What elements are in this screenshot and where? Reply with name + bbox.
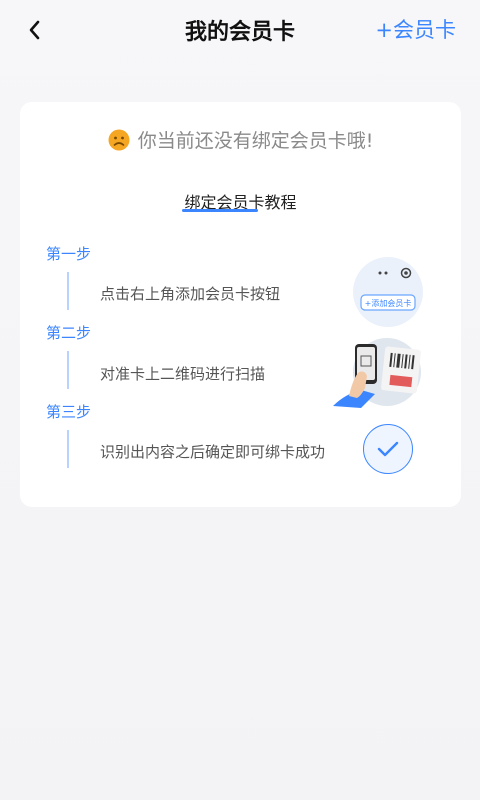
step-2-label: 第二步 xyxy=(46,324,92,342)
empty-message: 你当前还没有绑定会员卡哦! xyxy=(137,130,374,152)
add-card-button[interactable]: +会员卡 xyxy=(375,14,456,44)
nav-bar: 我的会员卡 +会员卡 xyxy=(0,0,480,60)
empty-state: 你当前还没有绑定会员卡哦! xyxy=(20,126,461,153)
sad-face-icon xyxy=(108,129,130,150)
tutorial-title-underline xyxy=(182,209,258,212)
tutorial-card: 你当前还没有绑定会员卡哦! 绑定会员卡教程 第一步 点击右上角添加会员卡按钮 第… xyxy=(20,102,461,507)
step-1-label: 第一步 xyxy=(46,245,92,263)
step-1-line xyxy=(67,272,69,310)
step-3-line xyxy=(67,430,69,468)
scan-illustration xyxy=(331,336,423,412)
scan-barcode-icon xyxy=(333,338,421,408)
phone-header-icon: +添加会员卡 xyxy=(360,267,416,311)
svg-text:+添加会员卡: +添加会员卡 xyxy=(365,298,412,308)
step-2-text: 对准卡上二维码进行扫描 xyxy=(100,365,266,383)
check-icon xyxy=(377,441,399,457)
step-3-label: 第三步 xyxy=(46,403,92,421)
step-1-text: 点击右上角添加会员卡按钮 xyxy=(100,285,281,303)
success-check-illustration xyxy=(363,424,413,474)
step-2-line xyxy=(67,351,69,389)
step-3-text: 识别出内容之后确定即可绑卡成功 xyxy=(100,443,326,461)
add-button-illustration: +添加会员卡 xyxy=(353,257,423,327)
